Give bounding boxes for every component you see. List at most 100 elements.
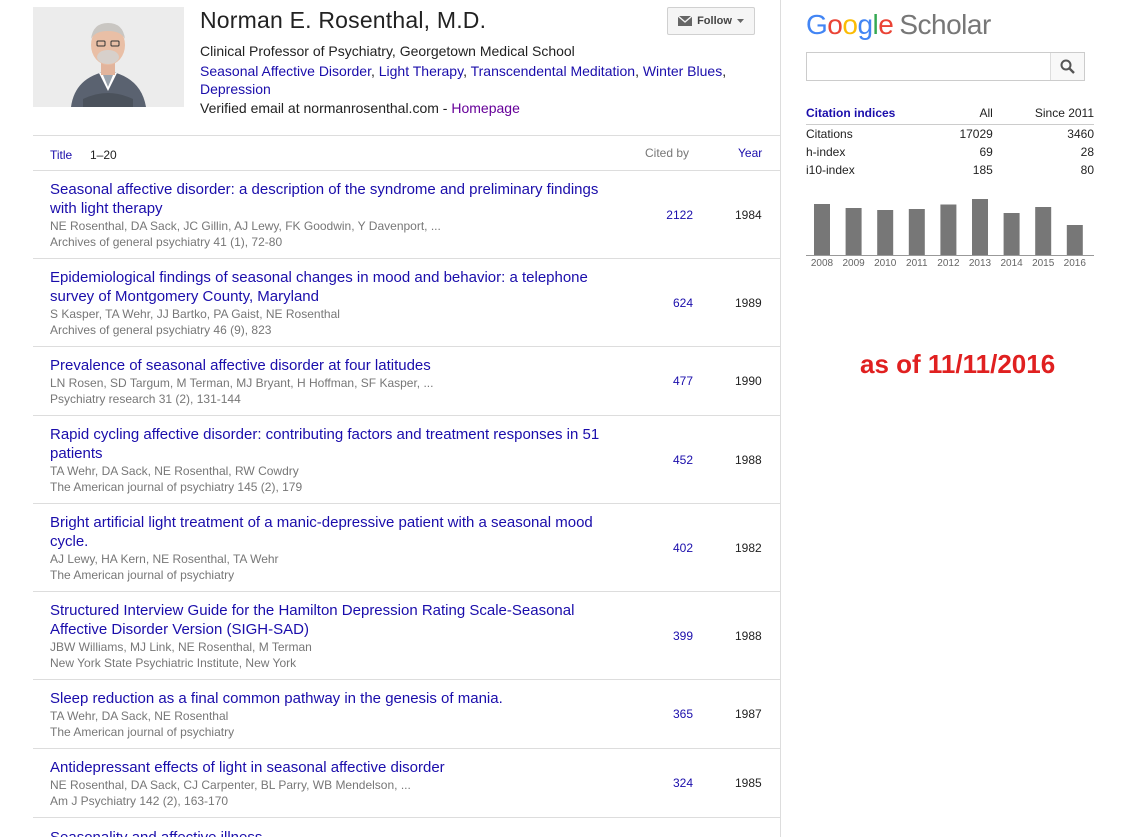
chart-year-label: 2012 (937, 258, 960, 269)
range-label: 1–20 (90, 148, 117, 162)
chart-bar[interactable] (1003, 213, 1020, 255)
article-title[interactable]: Rapid cycling affective disorder: contri… (50, 425, 606, 463)
article-row: Prevalence of seasonal affective disorde… (33, 347, 781, 416)
chart-year-label: 2009 (842, 258, 865, 269)
cited-by-count[interactable]: 477 (649, 374, 693, 388)
interest-link[interactable]: Winter Blues (643, 63, 722, 79)
article-title[interactable]: Antidepressant effects of light in seaso… (50, 758, 606, 777)
citation-indices-heading: Citation indices (806, 104, 915, 125)
cited-by-count[interactable]: 324 (649, 776, 693, 790)
article-year: 1982 (735, 540, 762, 555)
article-venue: The American journal of psychiatry 145 (… (50, 480, 303, 494)
article-venue: The American journal of psychiatry (50, 568, 235, 582)
logo-scholar-text: Scholar (899, 9, 991, 40)
metric-label: Citations (806, 127, 853, 142)
chart-year-label: 2016 (1064, 258, 1087, 269)
article-year: 1988 (735, 628, 762, 643)
article-venue: Psychiatry research 31 (2), 131-144 (50, 392, 241, 406)
profile-interests: Seasonal Affective Disorder, Light Thera… (200, 63, 727, 97)
article-year: 1989 (735, 295, 762, 310)
article-row: Structured Interview Guide for the Hamil… (33, 592, 781, 680)
logo-letter: g (857, 9, 873, 40)
envelope-icon (678, 16, 693, 26)
citation-indices-table: Citation indices All Since 2011 Citation… (806, 104, 1094, 179)
chart-bar[interactable] (845, 208, 862, 255)
citations-per-year-chart: 2008 2009 2010 2011 2012 2013 2014 2015 2016 (806, 199, 1094, 269)
profile-affiliation: Clinical Professor of Psychiatry, George… (200, 43, 575, 59)
citation-header-row: Citation indices All Since 2011 (806, 104, 1094, 125)
citation-row: i10-index 185 80 (806, 161, 1094, 179)
article-row: Antidepressant effects of light in seaso… (33, 749, 781, 818)
article-row: Epidemiological findings of seasonal cha… (33, 259, 781, 347)
search-button[interactable] (1050, 53, 1084, 80)
chart-bar[interactable] (908, 209, 925, 255)
article-title[interactable]: Seasonal affective disorder: a descripti… (50, 180, 606, 218)
interest-link[interactable]: Light Therapy (379, 63, 463, 79)
metric-label: i10-index (806, 163, 855, 177)
metric-since: 3460 (1067, 127, 1094, 142)
article-title[interactable]: Bright artificial light treatment of a m… (50, 513, 606, 551)
article-row: Seasonality and affective illness (33, 818, 781, 837)
article-row: Seasonal affective disorder: a descripti… (33, 171, 781, 259)
cited-by-count[interactable]: 365 (649, 707, 693, 721)
citation-row: Citations 17029 3460 (806, 125, 1094, 143)
article-row: Sleep reduction as a final common pathwa… (33, 680, 781, 749)
article-venue: Am J Psychiatry 142 (2), 163-170 (50, 794, 229, 808)
interest-link[interactable]: Transcendental Meditation (471, 63, 635, 79)
cited-by-count[interactable]: 624 (649, 296, 693, 310)
metric-all: 185 (972, 163, 993, 177)
avatar[interactable] (33, 7, 184, 107)
chart-year-label: 2011 (906, 258, 928, 269)
cited-by-count[interactable]: 2122 (649, 208, 693, 222)
article-title[interactable]: Sleep reduction as a final common pathwa… (50, 689, 606, 708)
chart-year-label: 2013 (969, 258, 992, 269)
sort-by-cited[interactable]: Cited by (645, 146, 689, 160)
article-year: 1985 (735, 776, 762, 790)
profile-header: Norman E. Rosenthal, M.D. Clinical Profe… (33, 0, 781, 135)
search-input[interactable] (807, 53, 1050, 80)
chart-bar[interactable] (940, 204, 957, 256)
interest-link[interactable]: Seasonal Affective Disorder (200, 63, 371, 79)
follow-button[interactable]: Follow (667, 7, 755, 35)
interest-link[interactable]: Depression (200, 81, 271, 97)
sort-by-year[interactable]: Year (738, 146, 762, 160)
profile-panel: Norman E. Rosenthal, M.D. Clinical Profe… (33, 0, 781, 837)
search-box (806, 52, 1085, 81)
logo-letter: G (806, 9, 828, 40)
metric-since: 28 (1080, 145, 1094, 159)
metric-label: h-index (806, 145, 846, 159)
as-of-annotation: as of 11/11/2016 (860, 349, 1056, 379)
article-row: Rapid cycling affective disorder: contri… (33, 416, 781, 504)
article-year: 1990 (735, 374, 762, 388)
article-venue: New York State Psychiatric Institute, Ne… (50, 656, 297, 670)
email-text: Verified email at normanrosenthal.com (200, 100, 439, 116)
google-scholar-logo[interactable]: Google Scholar (806, 9, 991, 41)
profile-email: Verified email at normanrosenthal.com - … (200, 100, 520, 116)
chart-bar[interactable] (814, 204, 830, 255)
search-icon (1060, 59, 1075, 74)
article-title[interactable]: Structured Interview Guide for the Hamil… (50, 601, 606, 639)
cited-by-count[interactable]: 452 (649, 453, 693, 467)
metric-all: 69 (979, 145, 993, 159)
metric-since: 80 (1080, 163, 1094, 177)
logo-letter: e (878, 9, 894, 40)
homepage-link[interactable]: Homepage (451, 100, 520, 116)
chart-bar[interactable] (877, 210, 894, 255)
cited-by-count[interactable]: 399 (649, 629, 693, 643)
article-year: 1988 (735, 452, 762, 467)
cited-by-count[interactable]: 402 (649, 541, 693, 555)
chart-bar[interactable] (1066, 225, 1083, 255)
article-title[interactable]: Seasonality and affective illness (50, 828, 606, 837)
column-all: All (914, 104, 993, 125)
logo-letter: o (827, 9, 843, 40)
article-title[interactable]: Prevalence of seasonal affective disorde… (50, 356, 606, 375)
sort-by-title[interactable]: Title (50, 148, 72, 162)
chart-bar[interactable] (1035, 207, 1052, 255)
article-venue: Archives of general psychiatry 46 (9), 8… (50, 323, 272, 337)
article-title[interactable]: Epidemiological findings of seasonal cha… (50, 268, 606, 306)
column-since: Since 2011 (992, 104, 1094, 125)
citation-row: h-index 69 28 (806, 143, 1094, 161)
chart-year-label: 2014 (1000, 258, 1023, 269)
article-row: Bright artificial light treatment of a m… (33, 504, 781, 592)
chart-bar[interactable] (972, 199, 988, 255)
